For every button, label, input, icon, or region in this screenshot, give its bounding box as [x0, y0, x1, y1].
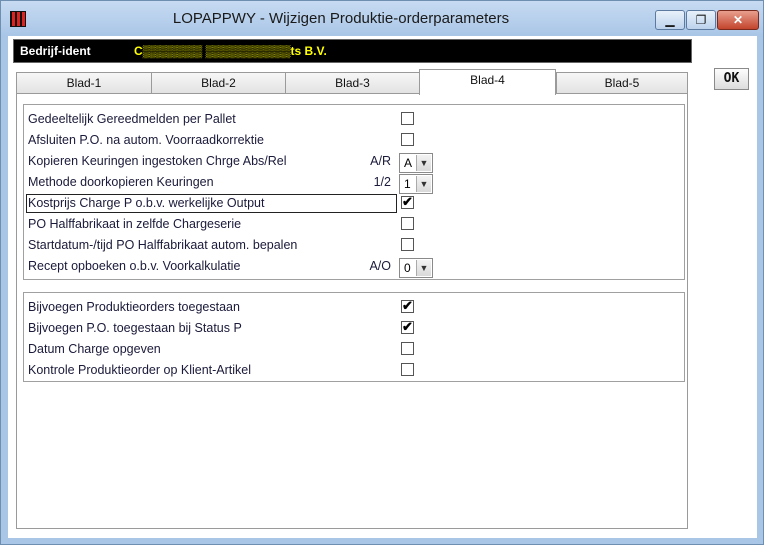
param-label: Bijvoegen Produktieorders toegestaan	[28, 300, 240, 314]
param-row: Kontrole Produktieorder op Klient-Artike…	[28, 361, 688, 381]
param-row: Gedeeltelijk Gereedmelden per Pallet	[28, 110, 688, 130]
tab-blad-3[interactable]: Blad-3	[285, 72, 420, 93]
checkmark-icon: ✔	[402, 319, 413, 334]
param-row: Kopieren Keuringen ingestoken Chrge Abs/…	[28, 152, 688, 173]
param-row: Bijvoegen P.O. toegestaan bij Status P ✔	[28, 319, 688, 339]
param-checkbox[interactable]	[401, 112, 414, 125]
param-checkbox[interactable]	[401, 133, 414, 146]
minimize-icon: ▁	[665, 13, 675, 27]
param-checkbox[interactable]	[401, 342, 414, 355]
ok-button[interactable]: OK	[714, 68, 749, 90]
param-row: PO Halffabrikaat in zelfde Chargeserie	[28, 215, 688, 235]
param-row: Startdatum-/tijd PO Halffabrikaat autom.…	[28, 236, 688, 256]
chevron-down-icon[interactable]: ▼	[416, 155, 431, 171]
parameter-group-2: Bijvoegen Produktieorders toegestaan ✔ B…	[23, 292, 685, 382]
param-label: Kontrole Produktieorder op Klient-Artike…	[28, 363, 252, 377]
checkmark-icon: ✔	[402, 298, 413, 313]
window-title: LOPAPPWY - Wijzigen Produktie-orderparam…	[172, 10, 510, 27]
company-ident-label: Bedrijf-ident	[20, 44, 91, 58]
close-icon: ✕	[732, 13, 744, 27]
tab-blad-4[interactable]: Blad-4	[419, 69, 556, 95]
param-row: Afsluiten P.O. na autom. Voorraadkorrekt…	[28, 131, 688, 151]
param-label: Afsluiten P.O. na autom. Voorraadkorrekt…	[28, 133, 265, 147]
param-label: Gedeeltelijk Gereedmelden per Pallet	[28, 112, 236, 126]
chevron-down-icon[interactable]: ▼	[416, 176, 431, 192]
chevron-down-icon[interactable]: ▼	[416, 260, 431, 276]
parameter-group-1: Gedeeltelijk Gereedmelden per Pallet Afs…	[23, 104, 685, 280]
param-row: Methode doorkopieren Keuringen 1/2 1 ▼	[28, 173, 688, 194]
param-row: Bijvoegen Produktieorders toegestaan ✔	[28, 298, 688, 318]
param-label: PO Halffabrikaat in zelfde Chargeserie	[28, 217, 242, 231]
param-select-value: 1	[404, 177, 411, 191]
main-window: LOPAPPWY - Wijzigen Produktie-orderparam…	[0, 0, 764, 545]
param-label: Startdatum-/tijd PO Halffabrikaat autom.…	[28, 238, 298, 252]
param-label: Recept opboeken o.b.v. Voorkalkulatie	[28, 259, 241, 273]
param-select-value: A	[404, 156, 413, 170]
close-button[interactable]: ✕	[717, 10, 759, 30]
tab-strip: Blad-1 Blad-2 Blad-3 Blad-4 Blad-5	[16, 69, 688, 95]
company-ident-value: C▒▒▒▒▒▒▒ ▒▒▒▒▒▒▒▒▒▒ts B.V.	[134, 44, 327, 58]
param-row: Datum Charge opgeven	[28, 340, 688, 360]
checkmark-icon: ✔	[402, 194, 413, 209]
param-code-hint: 1/2	[373, 175, 391, 189]
param-select[interactable]: 0 ▼	[399, 258, 433, 278]
param-code-hint: A/O	[369, 259, 391, 273]
param-checkbox[interactable]	[401, 238, 414, 251]
param-label: Bijvoegen P.O. toegestaan bij Status P	[28, 321, 242, 335]
param-select[interactable]: A ▼	[399, 153, 433, 173]
company-ident-bar: Bedrijf-ident C▒▒▒▒▒▒▒ ▒▒▒▒▒▒▒▒▒▒ts B.V.	[13, 39, 692, 63]
param-select-value: 0	[404, 261, 411, 275]
minimize-button[interactable]: ▁	[655, 10, 685, 30]
param-checkbox[interactable]: ✔	[401, 298, 414, 313]
tab-blad-5[interactable]: Blad-5	[556, 72, 688, 93]
param-checkbox[interactable]: ✔	[401, 319, 414, 334]
title-bar[interactable]: LOPAPPWY - Wijzigen Produktie-orderparam…	[1, 1, 763, 37]
param-row: Recept opboeken o.b.v. Voorkalkulatie A/…	[28, 257, 688, 278]
tab-blad-2[interactable]: Blad-2	[151, 72, 286, 93]
client-area: Bedrijf-ident C▒▒▒▒▒▒▒ ▒▒▒▒▒▒▒▒▒▒ts B.V.…	[8, 36, 757, 538]
param-label: Kostprijs Charge P o.b.v. werkelijke Out…	[28, 196, 265, 210]
param-checkbox[interactable]: ✔	[401, 194, 414, 209]
maximize-button[interactable]: ❐	[686, 10, 716, 30]
tab-blad-1[interactable]: Blad-1	[16, 72, 152, 93]
param-row-focused: Kostprijs Charge P o.b.v. werkelijke Out…	[26, 194, 688, 214]
param-select[interactable]: 1 ▼	[399, 174, 433, 194]
param-label: Kopieren Keuringen ingestoken Chrge Abs/…	[28, 154, 287, 168]
param-label: Methode doorkopieren Keuringen	[28, 175, 214, 189]
tab-panel-blad-4: Gedeeltelijk Gereedmelden per Pallet Afs…	[16, 93, 688, 529]
param-label: Datum Charge opgeven	[28, 342, 161, 356]
maximize-icon: ❐	[695, 13, 707, 27]
param-checkbox[interactable]	[401, 363, 414, 376]
param-code-hint: A/R	[370, 154, 391, 168]
param-checkbox[interactable]	[401, 217, 414, 230]
